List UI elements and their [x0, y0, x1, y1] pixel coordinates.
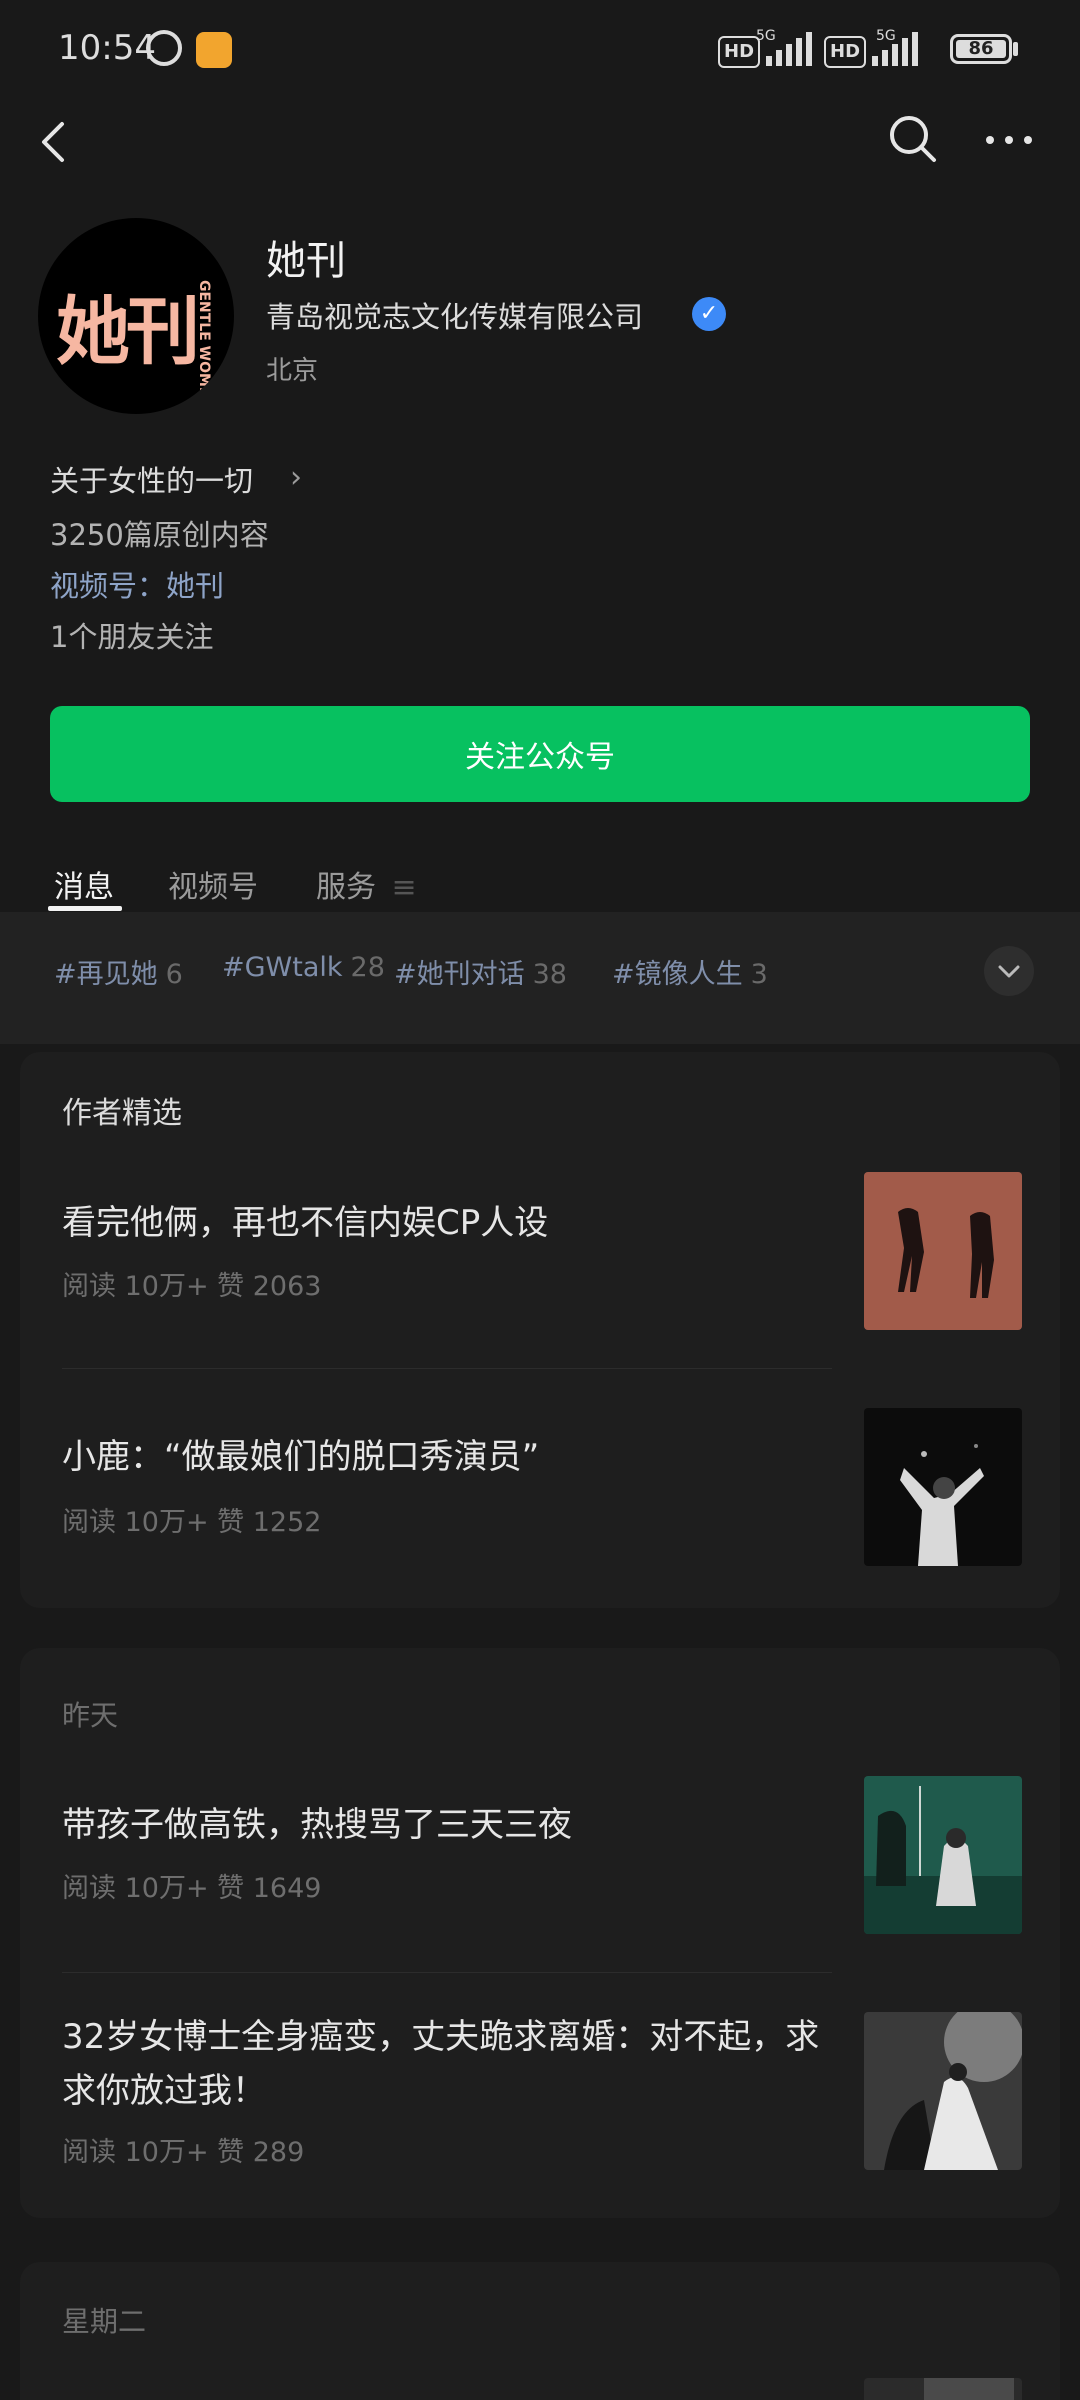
article-thumbnail[interactable]	[864, 2378, 1022, 2400]
topic-tag[interactable]: #GWtalk 28	[222, 952, 385, 983]
menu-icon: ≡	[391, 870, 417, 905]
article-meta: 阅读 10万+ 赞 289	[62, 2137, 305, 2168]
topic-tag[interactable]: #再见她 6	[54, 952, 183, 991]
featured-title: 作者精选	[62, 1096, 182, 1131]
status-bar: 10:54 HD 5G HD 5G 86	[0, 0, 1080, 100]
more-options-icon[interactable]	[984, 112, 1034, 162]
topic-tag-label: #镜像人生	[612, 959, 743, 990]
topic-tag-count: 28	[350, 952, 385, 983]
article-meta: 阅读 10万+ 赞 2063	[62, 1271, 322, 1302]
account-intro[interactable]: 关于女性的一切	[50, 458, 253, 500]
article-title[interactable]: 32岁女博士全身癌变，丈夫跪求离婚：对不起，求求你放过我！	[62, 2010, 832, 2118]
avatar-logo-text: 她刊	[56, 289, 200, 375]
article-thumbnail[interactable]	[864, 2012, 1022, 2170]
divider	[62, 1368, 832, 1369]
account-city: 北京	[266, 356, 319, 386]
topic-tag[interactable]: #镜像人生 3	[612, 952, 768, 991]
battery-icon: 86	[950, 34, 1012, 64]
alarm-icon	[146, 30, 182, 66]
hd-badge: HD	[718, 36, 761, 68]
video-channel-link[interactable]: 视频号：她刊	[50, 563, 224, 605]
search-icon[interactable]	[888, 114, 938, 164]
topic-tag-count: 6	[165, 959, 183, 990]
follow-button[interactable]: 关注公众号	[50, 706, 1030, 802]
signal-icon	[872, 28, 918, 66]
verified-icon: ✓	[692, 297, 726, 331]
divider	[62, 1972, 832, 1973]
back-arrow-icon[interactable]	[36, 120, 76, 162]
tab-services-label: 服务	[316, 870, 376, 905]
article-thumbnail[interactable]	[864, 1408, 1022, 1566]
topic-tag[interactable]: #她刊对话 38	[394, 952, 567, 991]
article-meta: 阅读 10万+ 赞 1252	[62, 1507, 322, 1538]
article-meta: 阅读 10万+ 赞 1649	[62, 1873, 322, 1904]
account-company[interactable]: 青岛视觉志文化传媒有限公司	[266, 294, 643, 336]
date-label: 昨天	[62, 1699, 119, 1732]
topic-tag-label: #GWtalk	[222, 952, 343, 983]
chevron-right-icon[interactable]: ›	[290, 460, 302, 495]
tab-messages[interactable]: 消息	[54, 862, 114, 906]
friends-following[interactable]: 1个朋友关注	[50, 614, 213, 656]
article-title[interactable]: 小鹿：“做最娘们的脱口秀演员”	[62, 1430, 832, 1484]
avatar-logo-subtext: GENTLE WOMEN	[196, 280, 212, 409]
account-avatar[interactable]: 她刊 GENTLE WOMEN	[38, 218, 234, 414]
article-thumbnail[interactable]	[864, 1172, 1022, 1330]
article-title[interactable]: 带孩子做高铁，热搜骂了三天三夜	[62, 1798, 832, 1852]
topic-tag-label: #再见她	[54, 959, 158, 990]
status-time: 10:54	[58, 28, 156, 68]
hd-badge: HD	[824, 36, 867, 68]
signal-icon	[766, 28, 812, 66]
topic-tag-count: 3	[750, 959, 768, 990]
notification-app-icon	[196, 32, 232, 68]
tab-services[interactable]: 服务 ≡	[316, 862, 417, 906]
topic-tag-label: #她刊对话	[394, 959, 525, 990]
tab-active-indicator	[48, 906, 122, 911]
account-name: 她刊	[266, 238, 346, 284]
article-count: 3250篇原创内容	[50, 518, 269, 552]
topic-tag-count: 38	[532, 959, 567, 990]
article-title[interactable]: 看完他俩，再也不信内娱CP人设	[62, 1196, 832, 1250]
battery-tip	[1013, 42, 1018, 56]
chevron-down-icon[interactable]	[984, 946, 1034, 996]
battery-level: 86	[968, 38, 994, 59]
article-thumbnail[interactable]	[864, 1776, 1022, 1934]
tab-video-channel[interactable]: 视频号	[168, 862, 258, 906]
date-label: 星期二	[62, 2305, 147, 2338]
